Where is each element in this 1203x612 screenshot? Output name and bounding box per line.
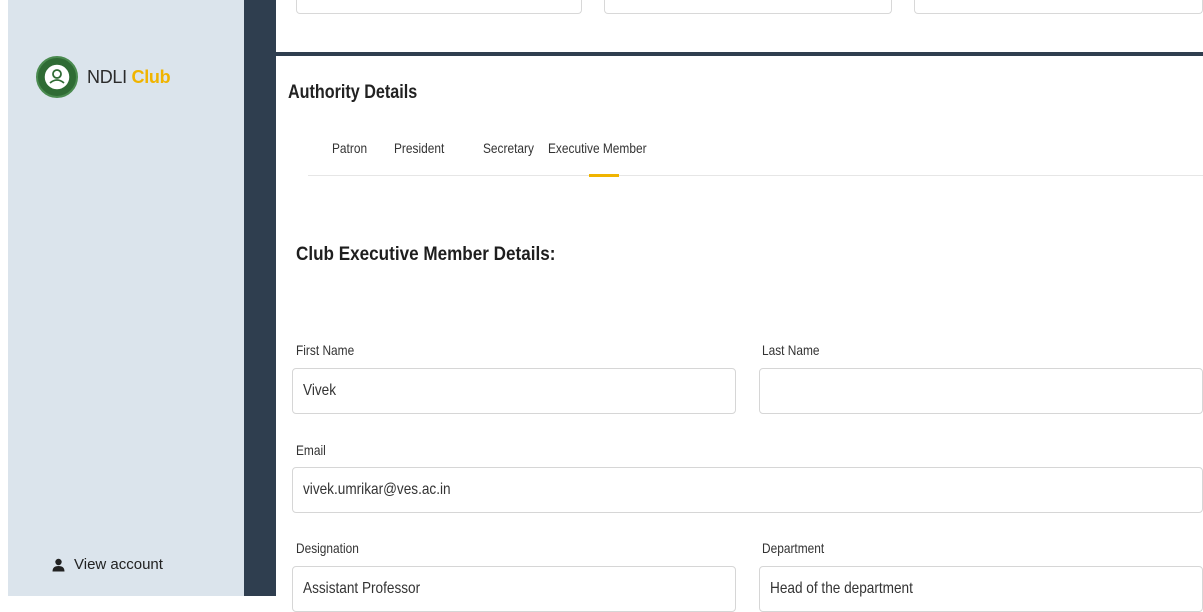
last-name-label: Last Name bbox=[762, 342, 820, 358]
tab-executive-member[interactable]: Executive Member bbox=[548, 140, 647, 156]
view-account-link[interactable]: View account bbox=[52, 556, 163, 573]
previous-field-2[interactable] bbox=[604, 0, 892, 14]
department-label: Department bbox=[762, 540, 825, 556]
app-logo[interactable]: NDLI Club bbox=[36, 56, 171, 98]
sidebar-divider-bar bbox=[244, 0, 276, 596]
form-heading: Club Executive Member Details: bbox=[296, 244, 556, 265]
department-value: Head of the department bbox=[770, 580, 913, 597]
previous-field-3[interactable] bbox=[914, 0, 1203, 14]
department-input[interactable]: Head of the department bbox=[759, 566, 1203, 612]
app-name-primary: NDLI bbox=[87, 66, 127, 87]
email-value: vivek.umrikar@ves.ac.in bbox=[303, 481, 451, 498]
designation-label: Designation bbox=[296, 540, 359, 556]
email-input[interactable]: vivek.umrikar@ves.ac.in bbox=[292, 467, 1203, 513]
authority-tabs: Patron President Secretary Executive Mem… bbox=[308, 120, 1203, 177]
app-name-accent: Club bbox=[131, 66, 171, 87]
designation-input[interactable]: Assistant Professor bbox=[292, 566, 736, 612]
tab-patron[interactable]: Patron bbox=[332, 140, 367, 156]
left-margin bbox=[0, 0, 8, 596]
active-tab-indicator bbox=[589, 174, 619, 177]
last-name-input[interactable] bbox=[759, 368, 1203, 414]
authority-details-panel: Authority Details Patron President Secre… bbox=[276, 60, 1203, 612]
tab-president[interactable]: President bbox=[394, 140, 444, 156]
email-label: Email bbox=[296, 442, 326, 458]
sidebar: NDLI Club View account bbox=[8, 0, 244, 596]
first-name-label: First Name bbox=[296, 342, 355, 358]
previous-section bbox=[276, 0, 1203, 56]
first-name-input[interactable]: Vivek bbox=[292, 368, 736, 414]
view-account-label: View account bbox=[74, 556, 163, 573]
user-icon bbox=[52, 558, 65, 572]
previous-field-1[interactable] bbox=[296, 0, 582, 14]
app-name: NDLI Club bbox=[87, 66, 171, 88]
designation-value: Assistant Professor bbox=[303, 580, 421, 597]
tab-secretary[interactable]: Secretary bbox=[483, 140, 534, 156]
ndli-logo-icon bbox=[36, 56, 78, 98]
first-name-value: Vivek bbox=[303, 382, 337, 399]
section-title: Authority Details bbox=[288, 82, 418, 103]
